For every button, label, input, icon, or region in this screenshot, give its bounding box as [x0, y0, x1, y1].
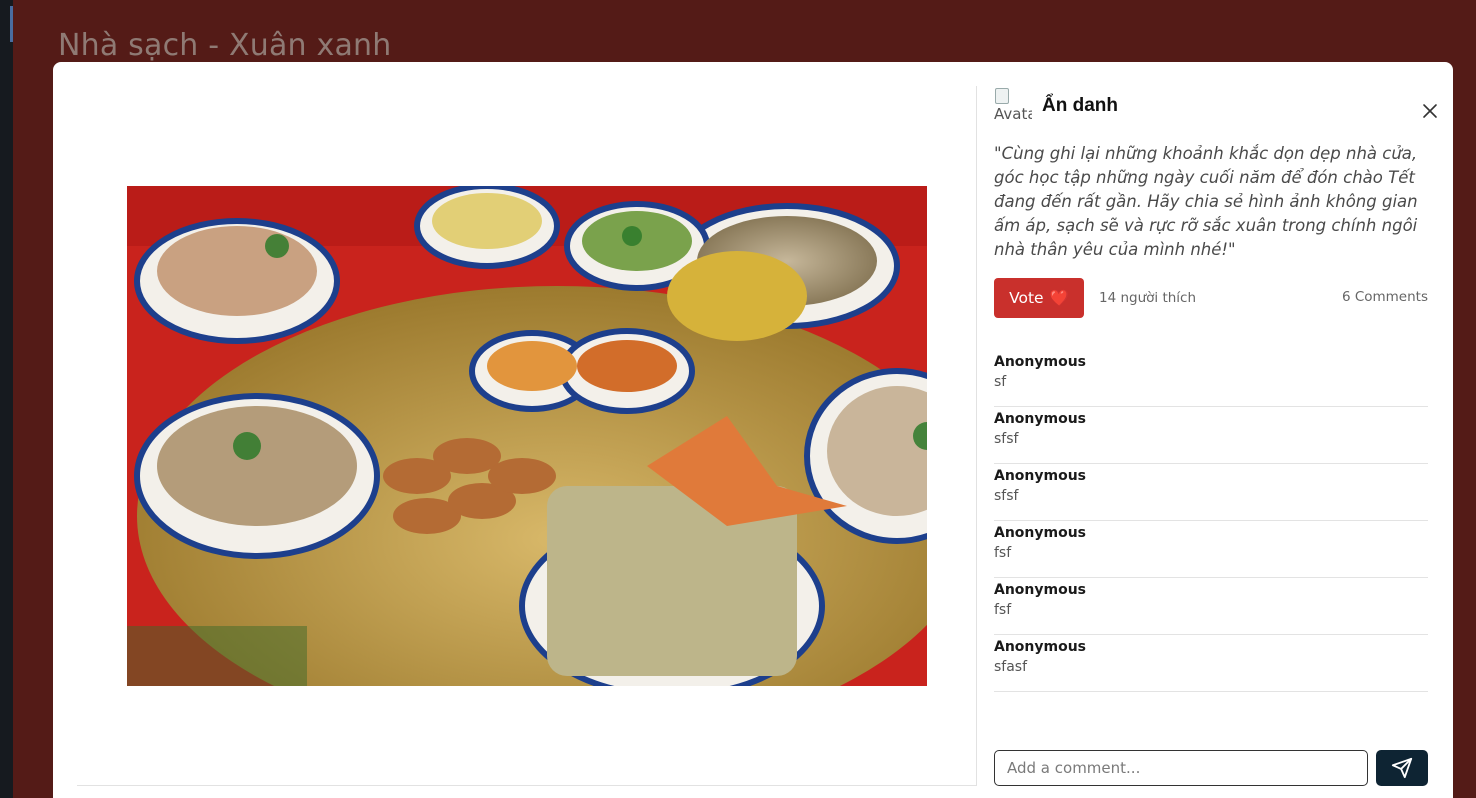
heart-icon: ❤️	[1049, 289, 1069, 307]
list-item: Anonymous sfsf	[994, 407, 1428, 464]
left-edge-strip	[0, 0, 13, 798]
list-item: Anonymous sf	[994, 350, 1428, 407]
comment-text: fsf	[994, 545, 1012, 561]
edge-marker	[10, 6, 13, 42]
list-item: Anonymous fsf	[994, 578, 1428, 635]
comment-text: sfsf	[994, 431, 1019, 447]
post-image	[127, 186, 927, 686]
close-button[interactable]	[1419, 100, 1441, 122]
comment-author: Anonymous	[994, 411, 1087, 427]
post-sidebar: Avatar Ẩn danh "Cùng ghi lại những khoản…	[994, 86, 1437, 798]
comment-author: Anonymous	[994, 354, 1087, 370]
list-item: Anonymous fsf	[994, 521, 1428, 578]
comment-text: sf	[994, 374, 1007, 390]
close-icon	[1423, 104, 1437, 118]
comment-author: Anonymous	[994, 582, 1087, 598]
comment-composer	[994, 750, 1428, 786]
author-row: Avatar Ẩn danh	[994, 86, 1118, 126]
comment-text: fsf	[994, 602, 1012, 618]
avatar: Avatar	[994, 87, 1032, 125]
comment-author: Anonymous	[994, 468, 1087, 484]
send-icon	[1391, 757, 1413, 779]
avatar-alt-text: Avatar	[994, 105, 1032, 123]
broken-image-icon	[995, 88, 1009, 104]
author-name: Ẩn danh	[1042, 95, 1118, 116]
comment-list: Anonymous sf Anonymous sfsf Anonymous sf…	[994, 350, 1428, 692]
comments-count: 6 Comments	[1341, 289, 1428, 305]
likes-count: 14 người thích	[1099, 290, 1197, 306]
post-actions: Vote ❤️ 14 người thích 6 Comments	[994, 278, 1428, 318]
post-modal: Avatar Ẩn danh "Cùng ghi lại những khoản…	[53, 62, 1453, 798]
comment-text: sfasf	[994, 659, 1028, 675]
list-item: Anonymous sfsf	[994, 464, 1428, 521]
send-button[interactable]	[1376, 750, 1428, 786]
comment-author: Anonymous	[994, 525, 1087, 541]
list-item: Anonymous sfasf	[994, 635, 1428, 692]
media-pane	[77, 86, 977, 786]
vote-button[interactable]: Vote ❤️	[994, 278, 1084, 318]
comment-text: sfsf	[994, 488, 1019, 504]
comment-author: Anonymous	[994, 639, 1087, 655]
post-caption: "Cùng ghi lại những khoảnh khắc dọn dẹp …	[994, 144, 1418, 259]
background-page-title: Nhà sạch - Xuân xanh	[58, 28, 392, 63]
comment-input[interactable]	[994, 750, 1368, 786]
vote-label: Vote	[1009, 289, 1044, 307]
